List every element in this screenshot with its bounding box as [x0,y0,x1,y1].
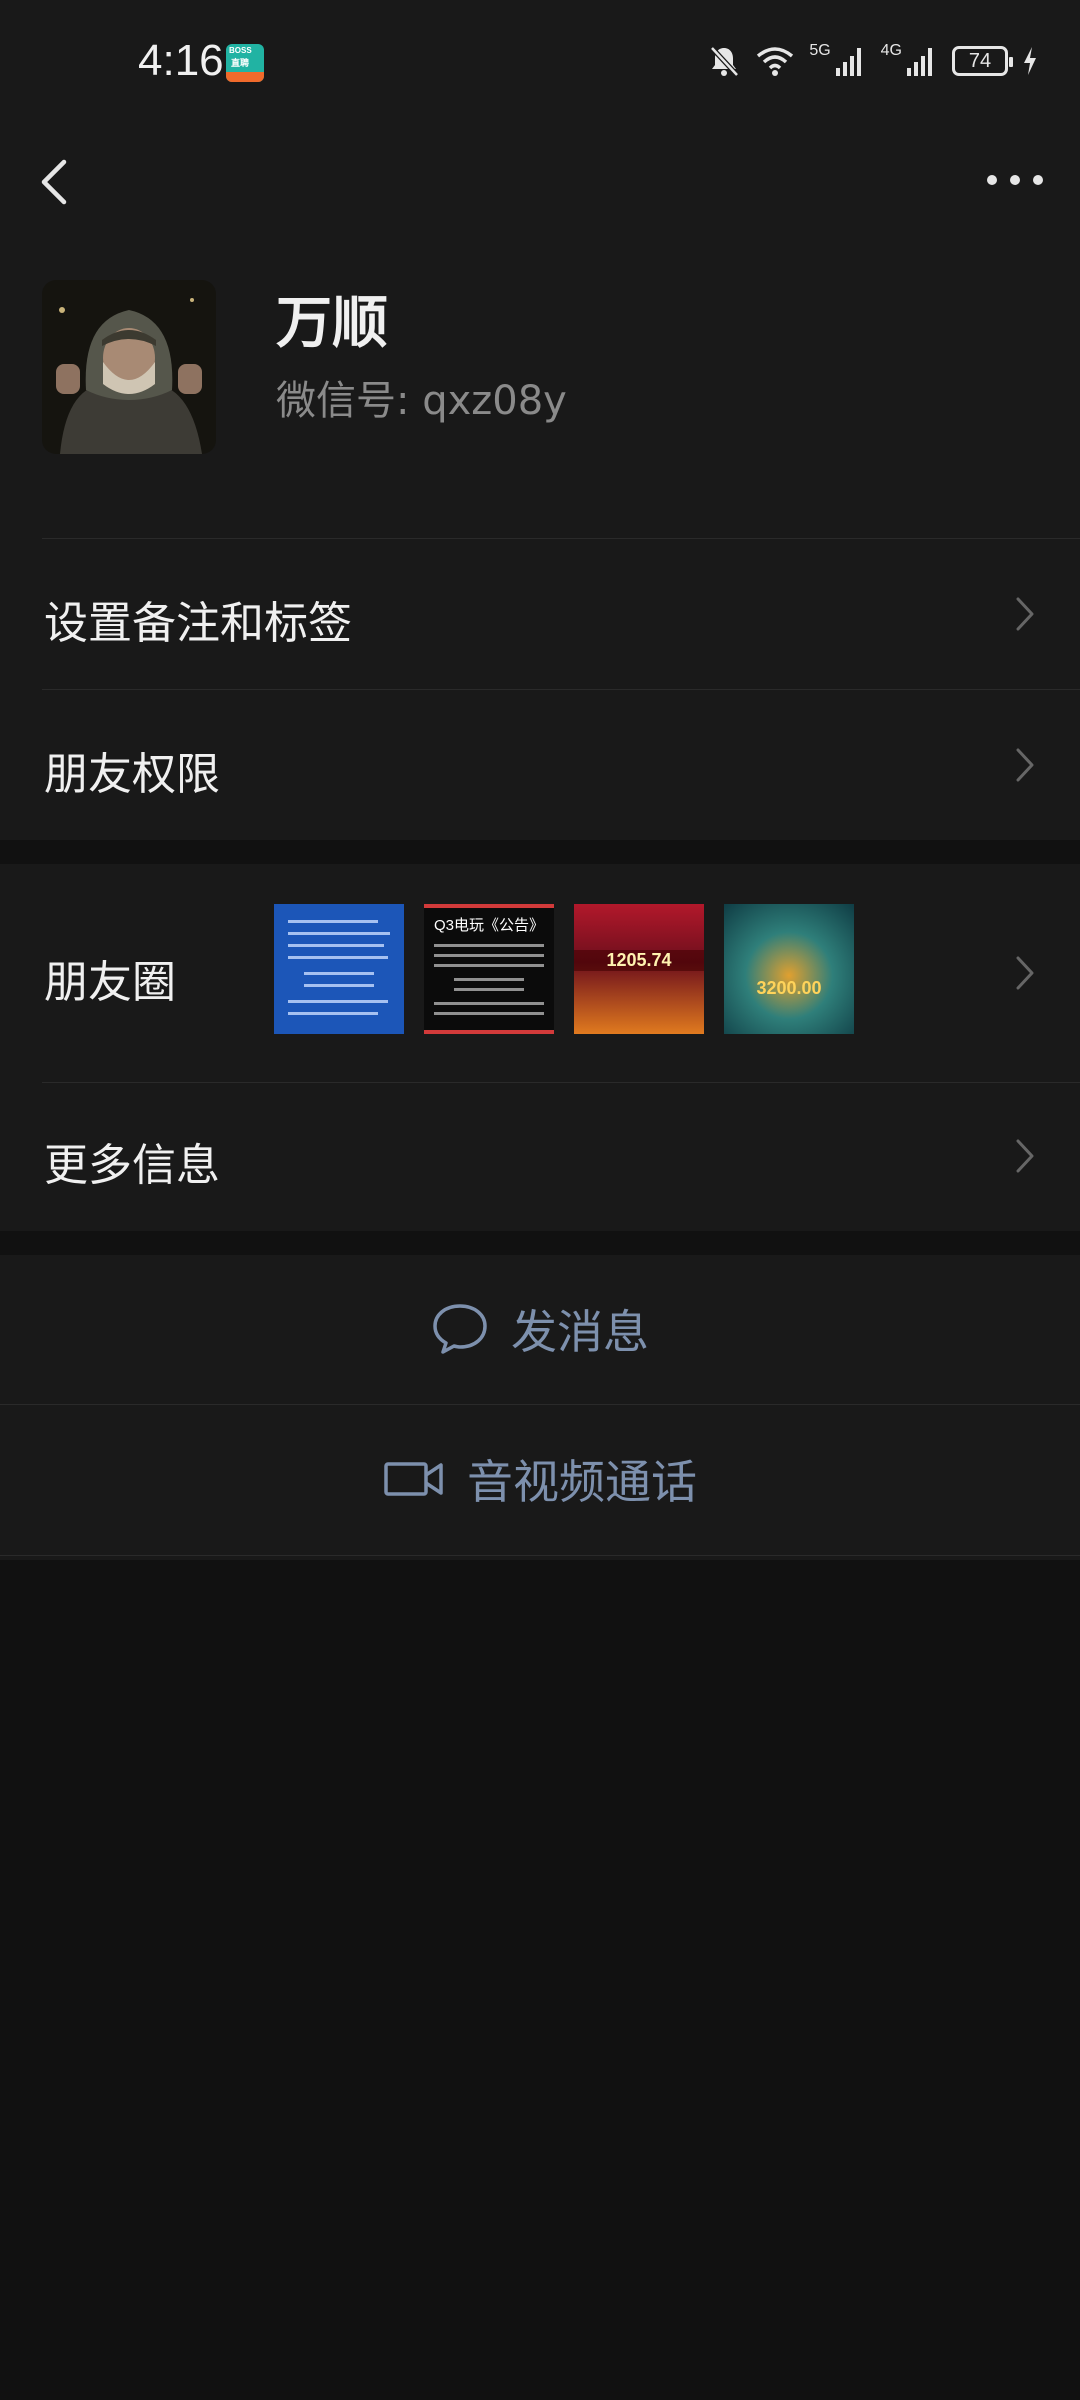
moments-thumbnail-amount: 3200.00 [756,978,822,998]
boss-app-icon-line1: BOSS [229,46,252,55]
divider [0,1555,1080,1556]
row-moments-label: 朋友圈 [44,957,176,1008]
video-call-label: 音视频通话 [467,1455,697,1509]
row-remark-tags-label: 设置备注和标签 [44,598,352,649]
wifi-icon [757,47,794,76]
status-bar: 4:16 BOSS 直聘 5G 4G 74 [0,0,1080,130]
row-permissions[interactable]: 朋友权限 [0,690,1080,840]
row-more-info-label: 更多信息 [44,1140,220,1191]
moments-thumbnail-caption: Q3电玩《公告》 [433,917,544,934]
chevron-right-icon [1016,1139,1034,1173]
nav-bar [0,130,1080,220]
back-icon[interactable] [30,140,90,220]
section-gap [0,840,1080,864]
charging-icon [1024,47,1036,75]
status-icons: 5G 4G 74 [707,42,1038,78]
avatar[interactable] [42,280,216,454]
moments-thumbnail[interactable]: Q3电玩《公告》 [424,904,554,1034]
moments-thumbnail[interactable]: 1205.74 [574,904,704,1034]
boss-app-icon-line2: 直聘 [231,59,250,69]
contact-name: 万顺 [276,291,388,356]
video-camera-icon [384,1462,443,1496]
profile-header: 万顺 微信号: qxz08y [0,260,1080,490]
battery-level: 74 [968,49,992,72]
status-time: 4:16 [138,36,224,85]
more-dots-icon[interactable] [980,150,1050,210]
send-message-label: 发消息 [511,1305,649,1359]
moments-thumbnail[interactable]: 3200.00 [724,904,854,1034]
battery-icon: 74 [952,46,1013,76]
moments-thumbnail-amount: 1205.74 [574,950,704,971]
chevron-right-icon [1016,748,1034,782]
moments-thumbnails[interactable]: Q3电玩《公告》 1205.74 3200.00 [274,904,854,1034]
network-label-5g: 5G [809,42,831,59]
video-call-button[interactable]: 音视频通话 [0,1405,1080,1553]
network-label-4g: 4G [880,42,902,59]
moments-thumbnail[interactable] [274,904,404,1034]
boss-app-icon: BOSS 直聘 [226,44,264,82]
send-message-button[interactable]: 发消息 [0,1255,1080,1403]
chat-bubble-icon [433,1304,487,1354]
chevron-right-icon [1016,956,1034,990]
chevron-right-icon [1016,597,1034,631]
row-more-info[interactable]: 更多信息 [0,1083,1080,1231]
section-gap [0,1231,1080,1255]
row-permissions-label: 朋友权限 [44,749,220,800]
mute-bell-icon [710,46,740,77]
row-moments[interactable]: 朋友圈 Q3电玩《公告》 1205.74 3200.00 [0,864,1080,1082]
signal-icon-2 [907,48,932,76]
row-remark-tags[interactable]: 设置备注和标签 [0,539,1080,689]
signal-icon-1 [835,48,861,76]
wechat-id: 微信号: qxz08y [276,378,567,424]
